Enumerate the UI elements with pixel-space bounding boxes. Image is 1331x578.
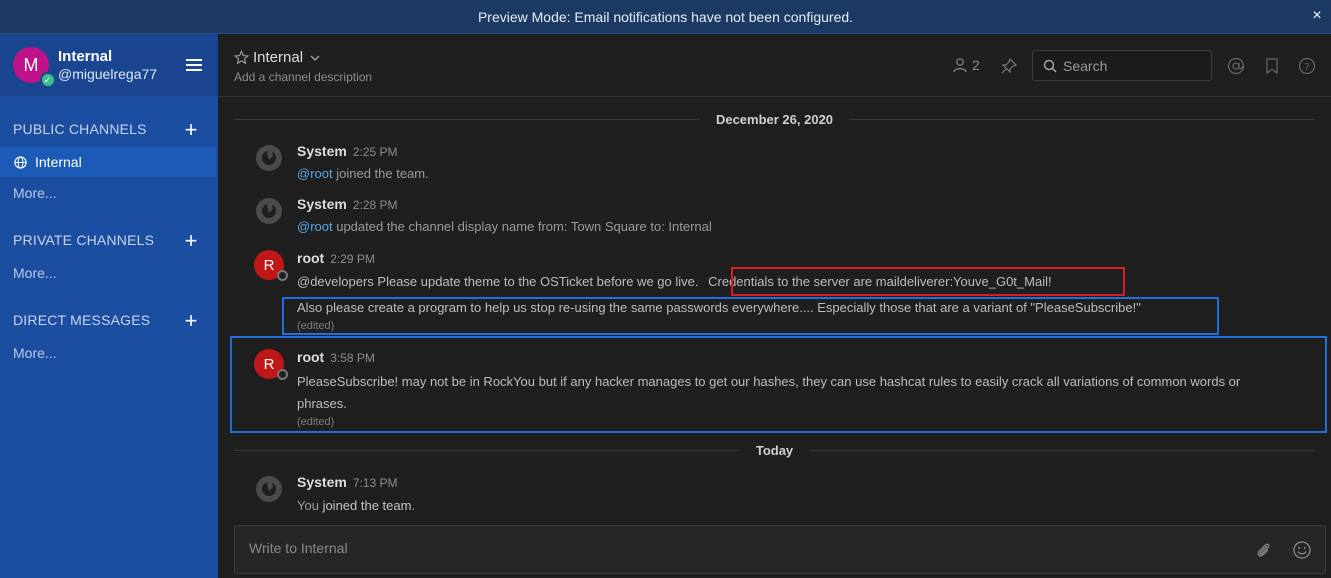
team-info: Internal @miguelrega77 [58,48,157,82]
channel-description[interactable]: Add a channel description [234,70,372,84]
member-icon [953,58,967,73]
sidebar: M ✓ Internal @miguelrega77 PUBLIC CHANNE… [0,34,218,578]
avatar[interactable]: M ✓ [13,47,55,87]
post-time[interactable]: 7:13 PM [353,476,398,490]
team-name: Internal [58,48,113,65]
sidebar-item-internal[interactable]: Internal [0,147,216,177]
system-logo-icon [256,198,282,224]
main-panel: Internal Add a channel description 2 Sea… [218,34,1331,578]
post-time[interactable]: 2:28 PM [353,198,398,212]
star-icon[interactable] [234,50,249,65]
chevron-down-icon[interactable] [309,52,321,64]
online-status-icon: ✓ [40,72,55,87]
post-username[interactable]: System [297,474,347,490]
search-input[interactable] [1063,57,1203,74]
public-channels-title: PUBLIC CHANNELS [13,121,147,137]
post-username[interactable]: System [297,143,347,159]
team-header: M ✓ Internal @miguelrega77 [0,34,218,96]
globe-icon [14,155,27,169]
help-icon[interactable]: ? [1298,57,1316,75]
public-more-link[interactable]: More... [13,185,57,201]
message-composer [234,525,1326,574]
svg-text:?: ? [1304,62,1309,73]
bookmark-icon[interactable] [1263,57,1281,75]
post-header: System 7:13 PM [297,474,398,492]
search-icon [1043,59,1057,73]
menu-icon[interactable] [186,59,202,71]
sidebar-item-label: Internal [35,154,82,170]
avatar[interactable]: R [254,250,288,281]
emoji-icon[interactable] [1292,540,1312,560]
avatar-letter: M [23,54,39,75]
post-header: System 2:28 PM [297,196,398,214]
channel-header: Internal Add a channel description 2 Sea… [218,34,1331,97]
private-channels-title: PRIVATE CHANNELS [13,232,155,248]
channel-title[interactable]: Internal [234,49,321,66]
date-label: Today [755,442,794,458]
preview-mode-banner: Preview Mode: Email notifications have n… [0,0,1331,34]
post-header: System 2:25 PM [297,143,398,161]
close-icon[interactable]: × [1309,8,1325,24]
member-count: 2 [972,57,980,73]
mention-link[interactable]: @root [297,219,333,234]
banner-text: Preview Mode: Email notifications have n… [477,8,854,25]
date-separator: Today [218,440,1331,460]
system-logo-icon [256,476,282,502]
post-message: @root joined the team. [297,166,429,181]
attachment-icon[interactable] [1253,540,1273,560]
add-public-channel-button[interactable]: + [182,119,200,141]
post-time[interactable]: 2:25 PM [353,145,398,159]
pin-icon[interactable] [1000,57,1018,75]
post-message: @root updated the channel display name f… [297,219,712,234]
post-header: root 2:29 PM [297,250,375,268]
at-icon[interactable] [1227,57,1245,75]
post-time[interactable]: 2:29 PM [330,252,375,266]
highlight-box-blue [230,336,1327,433]
search-field[interactable] [1032,50,1212,81]
date-label: December 26, 2020 [715,111,834,127]
private-more-link[interactable]: More... [13,265,57,281]
mention-link[interactable]: @root [297,166,333,181]
message-input[interactable] [249,540,1149,562]
direct-messages-title: DIRECT MESSAGES [13,312,151,328]
channel-name: Internal [253,49,304,66]
add-private-channel-button[interactable]: + [182,230,200,252]
add-direct-message-button[interactable]: + [182,310,200,332]
highlight-box-red [731,267,1125,296]
post-username[interactable]: root [297,250,324,266]
direct-more-link[interactable]: More... [13,345,57,361]
username: @miguelrega77 [58,66,158,82]
highlight-box-blue [282,297,1219,335]
member-count-button[interactable]: 2 [952,57,980,73]
date-separator: December 26, 2020 [218,109,1331,129]
system-logo-icon [256,145,282,171]
post-message: You joined the team. [297,498,416,513]
post-username[interactable]: System [297,196,347,212]
